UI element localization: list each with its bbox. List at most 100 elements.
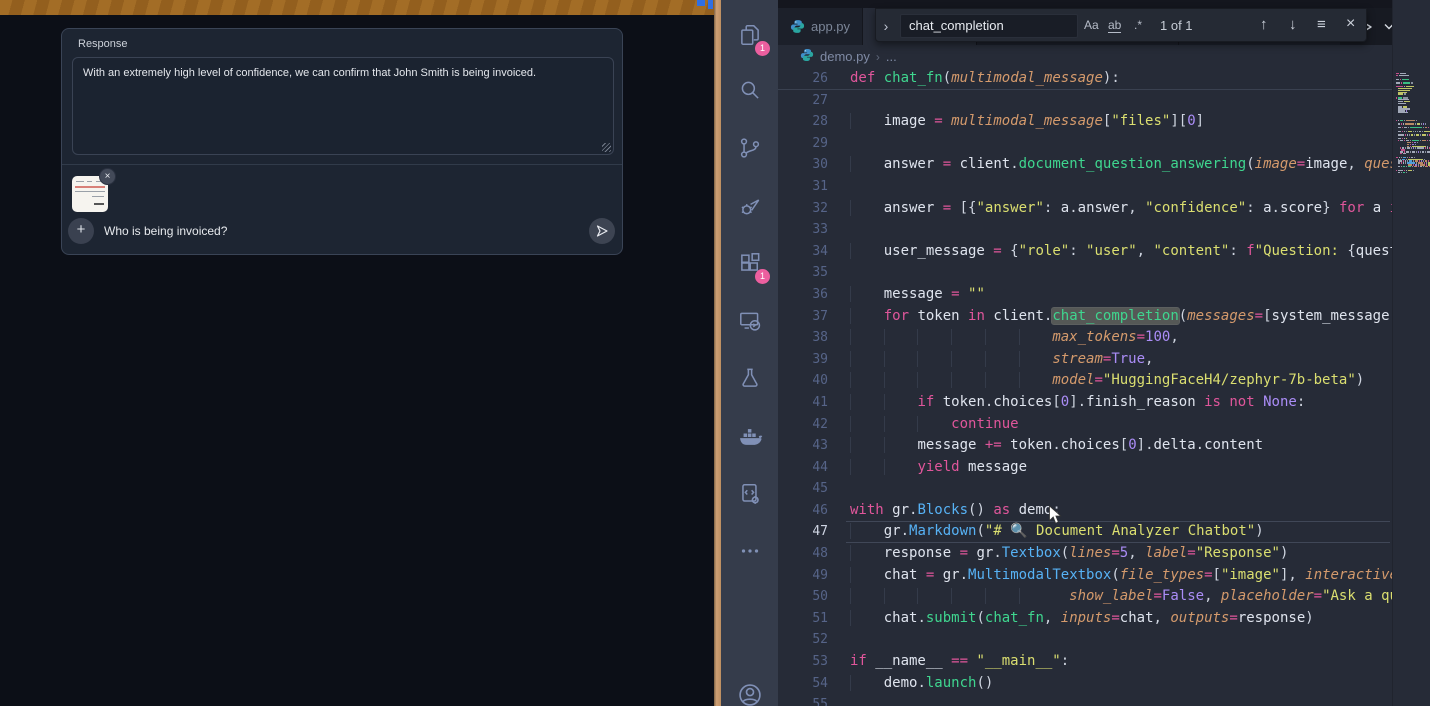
code-line[interactable]: 41 if token.choices[0].finish_reason is … bbox=[778, 392, 1392, 414]
code-editor-pane: app.pydemo.py_client.py~/.../python3.11/… bbox=[778, 0, 1430, 706]
line-number: 54 bbox=[778, 673, 828, 695]
code-line[interactable]: 27 bbox=[778, 90, 1392, 112]
whole-word-toggle[interactable]: ab bbox=[1108, 18, 1121, 32]
browser-icon-fragment bbox=[697, 0, 705, 6]
code-line[interactable]: 43 message += token.choices[0].delta.con… bbox=[778, 435, 1392, 457]
find-in-selection-button[interactable]: ≡ bbox=[1317, 16, 1326, 33]
divider bbox=[62, 164, 622, 165]
code-line[interactable]: 38 max_tokens=100, bbox=[778, 327, 1392, 349]
testing-flask-icon[interactable] bbox=[721, 355, 778, 401]
code-text: message += token.choices[0].delta.conten… bbox=[850, 435, 1263, 457]
code-text: image = multimodal_message["files"][0] bbox=[850, 111, 1204, 133]
remove-attachment-button[interactable]: × bbox=[99, 168, 116, 185]
more-icon[interactable] bbox=[721, 528, 778, 574]
attachment-thumbnail[interactable]: × bbox=[72, 176, 108, 212]
doc-line bbox=[75, 186, 105, 188]
breadcrumb-symbol[interactable]: ... bbox=[886, 49, 897, 64]
find-next-button[interactable]: ↓ bbox=[1289, 16, 1297, 33]
source-control-icon[interactable] bbox=[721, 125, 778, 171]
extensions-icon[interactable]: 1 bbox=[721, 240, 778, 286]
line-number: 35 bbox=[778, 262, 828, 284]
code-line[interactable]: 32 answer = [{"answer": a.answer, "confi… bbox=[778, 198, 1392, 220]
window-divider[interactable] bbox=[714, 0, 721, 706]
docker-icon[interactable] bbox=[721, 414, 778, 460]
code-line[interactable]: 47 gr.Markdown("# 🔍 Document Analyzer Ch… bbox=[778, 521, 1392, 543]
send-button[interactable] bbox=[589, 218, 615, 244]
code-text: with gr.Blocks() as demo: bbox=[850, 500, 1061, 522]
line-number: 26 bbox=[778, 68, 828, 90]
remote-explorer-icon[interactable] bbox=[721, 298, 778, 344]
run-debug-icon[interactable] bbox=[721, 183, 778, 229]
line-number: 39 bbox=[778, 349, 828, 371]
breadcrumb-file[interactable]: demo.py bbox=[820, 49, 870, 64]
minimap-line bbox=[1398, 166, 1430, 167]
minimap-line bbox=[1398, 127, 1430, 128]
code-line[interactable]: 52 bbox=[778, 629, 1392, 651]
code-text: chat.submit(chat_fn, inputs=chat, output… bbox=[850, 608, 1314, 630]
account-icon[interactable] bbox=[721, 672, 778, 706]
code-text: max_tokens=100, bbox=[850, 327, 1179, 349]
breadcrumb[interactable]: demo.py › ... bbox=[778, 45, 1430, 68]
code-line[interactable]: 34 user_message = {"role": "user", "cont… bbox=[778, 241, 1392, 263]
code-line[interactable]: 39 stream=True, bbox=[778, 349, 1392, 371]
code-line[interactable]: 36 message = "" bbox=[778, 284, 1392, 306]
code-line[interactable]: 37 for token in client.chat_completion(m… bbox=[778, 306, 1392, 328]
explorer-icon[interactable]: 1 bbox=[721, 12, 778, 58]
line-number: 50 bbox=[778, 586, 828, 608]
line-number: 27 bbox=[778, 90, 828, 112]
response-textarea[interactable]: With an extremely high level of confiden… bbox=[72, 57, 614, 155]
minimap-line bbox=[1398, 134, 1430, 135]
code-text: answer = [{"answer": a.answer, "confiden… bbox=[850, 198, 1392, 220]
resize-handle-icon[interactable] bbox=[602, 143, 611, 152]
code-text: show_label=False, placeholder="Ask a que… bbox=[850, 586, 1392, 608]
find-previous-button[interactable]: ↑ bbox=[1260, 16, 1268, 33]
code-line[interactable]: 35 bbox=[778, 262, 1392, 284]
code-text: if token.choices[0].finish_reason is not… bbox=[850, 392, 1305, 414]
screen: Response With an extremely high level of… bbox=[0, 0, 1430, 706]
code-text: user_message = {"role": "user", "content… bbox=[850, 241, 1392, 263]
code-line[interactable]: 28 image = multimodal_message["files"][0… bbox=[778, 111, 1392, 133]
line-number: 49 bbox=[778, 565, 828, 587]
minimap-line bbox=[1398, 123, 1426, 124]
code-line[interactable]: 45 bbox=[778, 478, 1392, 500]
regex-toggle[interactable]: .* bbox=[1134, 18, 1142, 32]
line-number: 52 bbox=[778, 629, 828, 651]
minimap-line bbox=[1396, 120, 1417, 121]
line-number: 53 bbox=[778, 651, 828, 673]
code-text: answer = client.document_question_answer… bbox=[850, 154, 1392, 176]
line-number: 43 bbox=[778, 435, 828, 457]
code-text: def chat_fn(multimodal_message): bbox=[850, 68, 1120, 90]
line-number: 55 bbox=[778, 694, 828, 706]
match-case-toggle[interactable]: Aa bbox=[1084, 18, 1099, 32]
search-icon[interactable] bbox=[721, 67, 778, 113]
code-line[interactable]: 54 demo.launch() bbox=[778, 673, 1392, 695]
code-line[interactable]: 46with gr.Blocks() as demo: bbox=[778, 500, 1392, 522]
add-file-button[interactable]: + bbox=[68, 218, 94, 244]
code-line[interactable]: 55 bbox=[778, 694, 1392, 706]
code-line[interactable]: 30 answer = client.document_question_ans… bbox=[778, 154, 1392, 176]
minimap[interactable] bbox=[1392, 0, 1430, 706]
line-number: 31 bbox=[778, 176, 828, 198]
line-number: 44 bbox=[778, 457, 828, 479]
code-line[interactable]: 53if __name__ == "__main__": bbox=[778, 651, 1392, 673]
tab-label: app.py bbox=[811, 19, 850, 34]
code-line[interactable]: 29 bbox=[778, 133, 1392, 155]
tab-app.py[interactable]: app.py bbox=[778, 8, 863, 45]
dev-containers-icon[interactable] bbox=[721, 471, 778, 517]
code-content[interactable]: 26 def chat_fn(multimodal_message): 2728 i… bbox=[778, 68, 1392, 706]
code-line[interactable]: 31 bbox=[778, 176, 1392, 198]
code-line[interactable]: 44 yield message bbox=[778, 457, 1392, 479]
find-close-button[interactable]: × bbox=[1346, 15, 1355, 33]
code-line[interactable]: 33 bbox=[778, 219, 1392, 241]
code-line[interactable]: 26 def chat_fn(multimodal_message): bbox=[778, 68, 1392, 90]
find-input[interactable]: chat_completion bbox=[900, 14, 1078, 38]
code-line[interactable]: 48 response = gr.Textbox(lines=5, label=… bbox=[778, 543, 1392, 565]
find-expand-toggle[interactable]: › bbox=[876, 9, 896, 43]
line-number: 30 bbox=[778, 154, 828, 176]
code-line[interactable]: 40 model="HuggingFaceH4/zephyr-7b-beta") bbox=[778, 370, 1392, 392]
code-line[interactable]: 42 continue bbox=[778, 414, 1392, 436]
code-line[interactable]: 49 chat = gr.MultimodalTextbox(file_type… bbox=[778, 565, 1392, 587]
code-line[interactable]: 51 chat.submit(chat_fn, inputs=chat, out… bbox=[778, 608, 1392, 630]
code-line[interactable]: 50 show_label=False, placeholder="Ask a … bbox=[778, 586, 1392, 608]
chat-input[interactable]: Who is being invoiced? bbox=[104, 224, 227, 238]
